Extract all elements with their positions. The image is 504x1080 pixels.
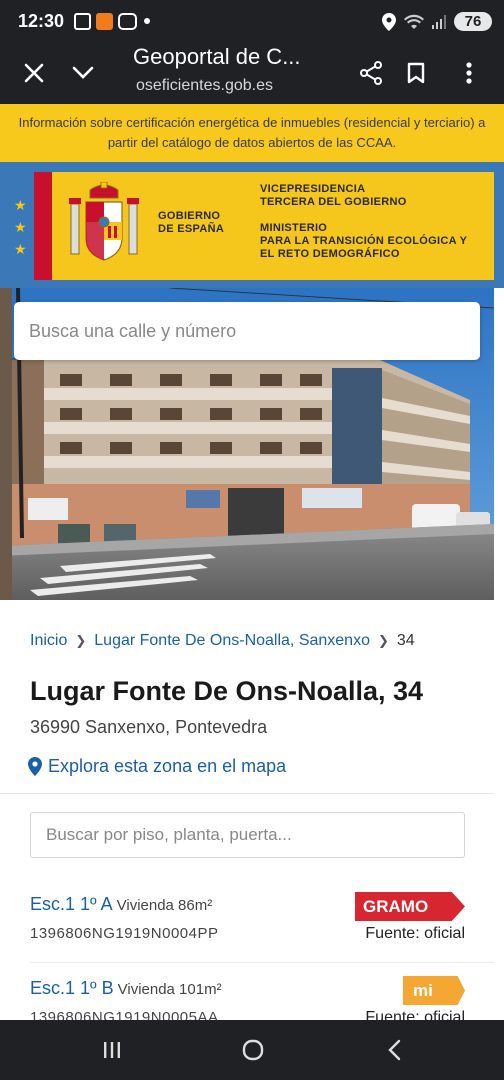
breadcrumb-home-link[interactable]: Inicio bbox=[30, 632, 67, 650]
browser-toolbar: Geoportal de C... oseficientes.gob.es bbox=[0, 42, 504, 104]
explore-map-link[interactable]: Explora esta zona en el mapa bbox=[28, 756, 286, 777]
system-navigation-bar bbox=[0, 1020, 504, 1080]
home-icon bbox=[242, 1039, 264, 1061]
app-notification-icon bbox=[96, 13, 113, 30]
chevron-down-icon bbox=[72, 66, 94, 79]
unit-name[interactable]: Esc.1 1º B bbox=[30, 978, 114, 998]
vicepresidency-label: VICEPRESIDENCIA TERCERA DEL GOBIERNO bbox=[260, 183, 407, 208]
chevron-right-icon: ❯ bbox=[377, 633, 389, 648]
url-text[interactable]: oseficientes.gob.es bbox=[136, 77, 273, 95]
share-icon bbox=[360, 61, 382, 85]
page-info-button[interactable] bbox=[63, 53, 103, 93]
energy-rating-badge: GRAMO bbox=[355, 892, 465, 921]
page-title-bar[interactable]: Geoportal de C... bbox=[133, 44, 333, 70]
status-bar: 12:30 76 bbox=[0, 0, 504, 42]
main-content: Inicio ❯ Lugar Fonte De Ons-Noalla, Sanx… bbox=[0, 600, 494, 1026]
breadcrumb: Inicio ❯ Lugar Fonte De Ons-Noalla, Sanx… bbox=[30, 632, 415, 650]
bookmark-button[interactable] bbox=[396, 53, 436, 93]
close-button[interactable] bbox=[14, 53, 54, 93]
more-options-button[interactable] bbox=[449, 53, 489, 93]
battery-icon: 76 bbox=[454, 12, 492, 31]
share-button[interactable] bbox=[351, 53, 391, 93]
spain-coat-of-arms-icon bbox=[69, 182, 139, 261]
location-icon bbox=[382, 12, 396, 31]
street-search-field[interactable] bbox=[14, 302, 480, 360]
wifi-icon bbox=[404, 14, 424, 29]
unit-search-field[interactable] bbox=[30, 812, 465, 858]
back-button[interactable] bbox=[374, 1032, 414, 1068]
status-time: 12:30 bbox=[18, 11, 65, 31]
divider bbox=[0, 793, 494, 794]
breadcrumb-current: 34 bbox=[396, 632, 415, 649]
ministry-label: MINISTERIO PARA LA TRANSICIÓN ECOLÓGICA … bbox=[260, 222, 468, 260]
unit-search-input[interactable] bbox=[31, 813, 464, 857]
recent-apps-button[interactable] bbox=[92, 1032, 132, 1068]
info-banner: Información sobre certificación energéti… bbox=[0, 104, 504, 162]
signal-icon bbox=[432, 14, 446, 29]
street-search-input[interactable] bbox=[14, 302, 480, 360]
address-subtitle: 36990 Sanxenxo, Pontevedra bbox=[30, 717, 268, 737]
eu-stars-icon: ★ ★ ★ bbox=[14, 197, 27, 257]
divider bbox=[30, 962, 494, 963]
breadcrumb-street-link[interactable]: Lugar Fonte De Ons-Noalla, Sanxenxo bbox=[94, 632, 370, 650]
explore-map-label: Explora esta zona en el mapa bbox=[48, 756, 287, 776]
back-icon bbox=[388, 1039, 401, 1061]
screenshot-icon bbox=[74, 13, 91, 30]
map-pin-icon bbox=[28, 757, 42, 776]
unit-name[interactable]: Esc.1 1º A bbox=[30, 894, 113, 914]
bookmark-icon bbox=[407, 62, 425, 84]
home-button[interactable] bbox=[233, 1032, 273, 1068]
recent-apps-icon bbox=[104, 1042, 120, 1058]
government-label: GOBIERNO DE ESPAÑA bbox=[158, 210, 225, 235]
government-banner: ★ ★ ★ GOBIERNO DE ESPAÑA VICEPRESIDENCIA T… bbox=[0, 162, 504, 288]
chevron-right-icon: ❯ bbox=[75, 633, 87, 648]
energy-rating-badge: mi bbox=[403, 976, 465, 1005]
voicemail-icon bbox=[118, 13, 137, 30]
close-icon bbox=[24, 63, 44, 83]
unit-type: Vivienda 86m² bbox=[116, 897, 213, 914]
rating-source: Fuente: oficial bbox=[365, 925, 465, 942]
more-vert-icon bbox=[466, 62, 472, 84]
unit-list-item[interactable]: Esc.1 1º A Vivienda 86m² 1396806NG1919N00… bbox=[30, 892, 465, 962]
more-notifications-icon bbox=[144, 18, 150, 24]
cadastral-reference: 1396806NG1919N0004PP bbox=[30, 925, 219, 942]
address-title: Lugar Fonte De Ons-Noalla, 34 bbox=[30, 676, 424, 706]
unit-type: Vivienda 101m² bbox=[117, 981, 222, 998]
